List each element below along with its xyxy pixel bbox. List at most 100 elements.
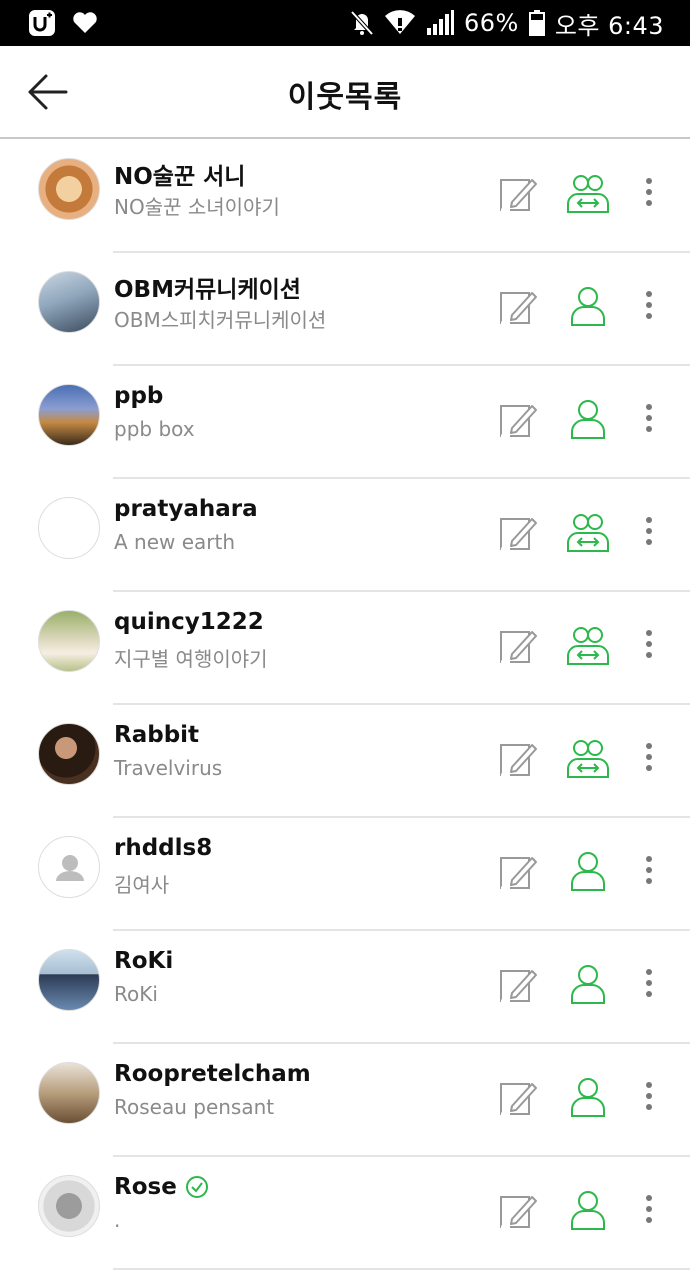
neighbor-name: OBM커뮤니케이션 xyxy=(114,277,301,303)
neighbor-description: A new earth xyxy=(114,530,236,554)
neighbor-status-button[interactable] xyxy=(566,1189,610,1231)
write-post-button[interactable] xyxy=(498,174,538,214)
neighbor-name: rhddls8 xyxy=(114,835,213,861)
neighbor-name-wrap[interactable]: NO술꾼 서니 xyxy=(114,157,245,191)
neighbor-name: quincy1222 xyxy=(114,609,264,635)
neighbor-row[interactable]: Roopretelcham Roseau pensant xyxy=(0,1044,690,1157)
write-post-button[interactable] xyxy=(498,739,538,779)
neighbor-row[interactable]: OBM커뮤니케이션 OBM스피치커뮤니케이션 xyxy=(0,253,690,366)
uplus-app-icon xyxy=(29,10,55,36)
neighbor-name-wrap[interactable]: Rose xyxy=(114,1174,209,1200)
write-post-button[interactable] xyxy=(498,287,538,327)
neighbor-status-button[interactable] xyxy=(566,172,610,214)
neighbor-status-button[interactable] xyxy=(566,850,610,892)
neighbor-person-icon xyxy=(571,1078,605,1117)
avatar[interactable] xyxy=(38,949,100,1011)
neighbor-row[interactable]: Rose . xyxy=(0,1157,690,1270)
write-post-button[interactable] xyxy=(498,400,538,440)
more-dot-icon xyxy=(646,291,652,297)
avatar[interactable] xyxy=(38,158,100,220)
write-post-button[interactable] xyxy=(498,852,538,892)
neighbor-name-wrap[interactable]: rhddls8 xyxy=(114,835,212,861)
more-dot-icon xyxy=(646,528,652,534)
neighbor-list: NO술꾼 서니 NO술꾼 소녀이야기 OBM커뮤니케이션 OBM스피치커뮤니케이… xyxy=(0,140,690,1270)
neighbor-row[interactable]: NO술꾼 서니 NO술꾼 소녀이야기 xyxy=(0,140,690,253)
neighbor-person-icon xyxy=(571,965,605,1004)
more-dot-icon xyxy=(646,856,652,862)
more-options-button[interactable] xyxy=(638,287,660,323)
avatar[interactable] xyxy=(38,384,100,446)
signal-icon xyxy=(426,10,454,35)
more-dot-icon xyxy=(646,1206,652,1212)
neighbor-status-button[interactable] xyxy=(566,737,610,779)
neighbor-status-button[interactable] xyxy=(566,963,610,1005)
more-dot-icon xyxy=(646,641,652,647)
write-post-button[interactable] xyxy=(498,965,538,1005)
neighbor-name-wrap[interactable]: Rabbit xyxy=(114,722,199,748)
neighbor-person-icon xyxy=(571,1191,605,1230)
heart-icon xyxy=(73,12,97,33)
more-options-button[interactable] xyxy=(638,626,660,662)
more-dot-icon xyxy=(646,754,652,760)
neighbor-description: Roseau pensant xyxy=(114,1095,275,1119)
neighbor-name-wrap[interactable]: OBM커뮤니케이션 xyxy=(114,270,301,304)
more-dot-icon xyxy=(646,539,652,545)
neighbor-name-wrap[interactable]: Roopretelcham xyxy=(114,1061,311,1087)
avatar[interactable] xyxy=(38,497,100,559)
avatar[interactable] xyxy=(38,1175,100,1237)
more-dot-icon xyxy=(646,415,652,421)
neighbor-row[interactable]: RoKi RoKi xyxy=(0,931,690,1044)
more-options-button[interactable] xyxy=(638,174,660,210)
neighbor-name-wrap[interactable]: RoKi xyxy=(114,948,173,974)
avatar[interactable] xyxy=(38,723,100,785)
more-dot-icon xyxy=(646,878,652,884)
battery-percent: 66% xyxy=(463,9,519,37)
more-options-button[interactable] xyxy=(638,965,660,1001)
more-dot-icon xyxy=(646,200,652,206)
neighbor-row[interactable]: quincy1222 지구별 여행이야기 xyxy=(0,592,690,705)
write-post-button[interactable] xyxy=(498,1191,538,1231)
neighbor-status-button[interactable] xyxy=(566,1076,610,1118)
neighbor-row[interactable]: ppb ppb box xyxy=(0,366,690,479)
neighbor-name: Rose xyxy=(114,1174,177,1200)
neighbor-row[interactable]: pratyahara A new earth xyxy=(0,479,690,592)
neighbor-status-button[interactable] xyxy=(566,624,610,666)
app-bar: 이웃목록 xyxy=(0,46,690,139)
neighbor-row[interactable]: rhddls8 김여사 xyxy=(0,818,690,931)
neighbor-name-wrap[interactable]: quincy1222 xyxy=(114,609,264,635)
more-dot-icon xyxy=(646,1082,652,1088)
avatar[interactable] xyxy=(38,271,100,333)
more-options-button[interactable] xyxy=(638,739,660,775)
mute-icon xyxy=(350,10,374,36)
battery-icon xyxy=(528,10,545,36)
neighbor-status-button[interactable] xyxy=(566,285,610,327)
neighbor-description: OBM스피치커뮤니케이션 xyxy=(114,308,327,332)
neighbor-status-button[interactable] xyxy=(566,398,610,440)
more-options-button[interactable] xyxy=(638,1078,660,1114)
more-options-button[interactable] xyxy=(638,513,660,549)
avatar[interactable] xyxy=(38,1062,100,1124)
more-options-button[interactable] xyxy=(638,1191,660,1227)
neighbor-row[interactable]: Rabbit Travelvirus xyxy=(0,705,690,818)
write-post-button[interactable] xyxy=(498,1078,538,1118)
more-dot-icon xyxy=(646,1093,652,1099)
write-post-button[interactable] xyxy=(498,513,538,553)
mutual-neighbor-icon xyxy=(567,175,609,213)
more-dot-icon xyxy=(646,630,652,636)
more-options-button[interactable] xyxy=(638,852,660,888)
neighbor-name-wrap[interactable]: ppb xyxy=(114,383,163,409)
wifi-icon xyxy=(384,10,415,35)
neighbor-name: ppb xyxy=(114,383,164,409)
avatar[interactable] xyxy=(38,610,100,672)
more-options-button[interactable] xyxy=(638,400,660,436)
mutual-neighbor-icon xyxy=(567,627,609,665)
neighbor-person-icon xyxy=(571,287,605,326)
neighbor-name-wrap[interactable]: pratyahara xyxy=(114,496,258,522)
neighbor-name: RoKi xyxy=(114,948,174,974)
write-post-button[interactable] xyxy=(498,626,538,666)
more-dot-icon xyxy=(646,178,652,184)
avatar[interactable] xyxy=(38,836,100,898)
neighbor-name: pratyahara xyxy=(114,496,258,522)
more-dot-icon xyxy=(646,189,652,195)
neighbor-status-button[interactable] xyxy=(566,511,610,553)
